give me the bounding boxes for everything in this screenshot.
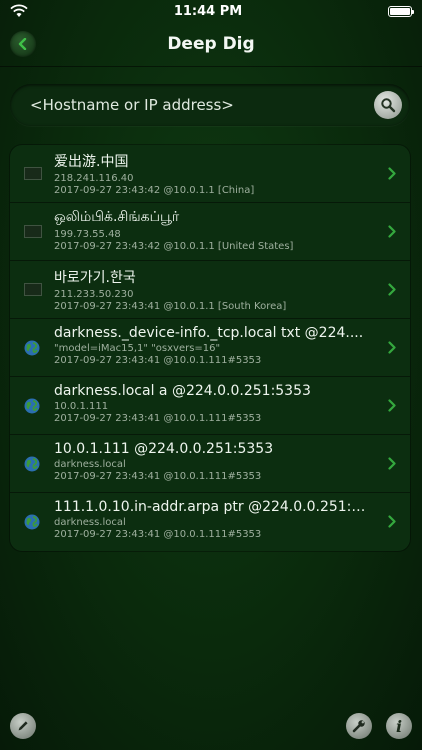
- globe-icon: [24, 514, 40, 530]
- search-input[interactable]: [28, 95, 374, 115]
- info-button[interactable]: i: [386, 713, 412, 739]
- list-item[interactable]: darkness._device-info._tcp.local txt @22…: [10, 319, 410, 377]
- chevron-right-icon: [388, 225, 396, 238]
- chevron-right-icon: [388, 399, 396, 412]
- chevron-right-icon: [388, 283, 396, 296]
- row-meta: 2017-09-27 23:43:42 @10.0.1.1 [China]: [54, 185, 255, 196]
- row-subtitle: "model=iMac15,1" "osxvers=16": [54, 343, 221, 354]
- row-title: 爱出游.中国: [54, 154, 129, 170]
- row-title: darkness.local a @224.0.0.251:5353: [54, 383, 311, 399]
- row-subtitle: 211.233.50.230: [54, 289, 134, 300]
- row-subtitle: darkness.local: [54, 517, 126, 528]
- wifi-icon: [10, 4, 28, 17]
- row-subtitle: 10.0.1.111: [54, 401, 109, 412]
- wrench-icon: [352, 720, 365, 733]
- results-list: 爱出游.中国 218.241.116.40 2017-09-27 23:43:4…: [10, 145, 410, 551]
- row-subtitle: 218.241.116.40: [54, 173, 134, 184]
- status-time: 11:44 PM: [173, 3, 243, 19]
- list-item[interactable]: 바로가기.한국 211.233.50.230 2017-09-27 23:43:…: [10, 261, 410, 319]
- pencil-icon: [18, 721, 28, 731]
- chevron-right-icon: [388, 457, 396, 470]
- page-title: Deep Dig: [167, 34, 255, 54]
- chevron-right-icon: [388, 167, 396, 180]
- row-meta: 2017-09-27 23:43:41 @10.0.1.111#5353: [54, 471, 262, 482]
- row-title: darkness._device-info._tcp.local txt @22…: [54, 325, 364, 341]
- chevron-right-icon: [388, 341, 396, 354]
- row-title: 바로가기.한국: [54, 270, 136, 286]
- navigation-bar: Deep Dig: [0, 22, 422, 67]
- row-meta: 2017-09-27 23:43:42 @10.0.1.1 [United St…: [54, 241, 294, 252]
- flag-china-icon: [24, 167, 42, 180]
- flag-south-korea-icon: [24, 283, 42, 296]
- list-item[interactable]: 111.1.0.10.in-addr.arpa ptr @224.0.0.251…: [10, 493, 410, 551]
- list-item[interactable]: ஒலிம்பிக்.சிங்கப்பூர் 199.73.55.48 2017-…: [10, 203, 410, 261]
- search-button[interactable]: [374, 91, 402, 119]
- row-meta: 2017-09-27 23:43:41 @10.0.1.111#5353: [54, 413, 262, 424]
- row-subtitle: darkness.local: [54, 459, 126, 470]
- row-subtitle: 199.73.55.48: [54, 229, 121, 240]
- list-item[interactable]: 10.0.1.111 @224.0.0.251:5353 darkness.lo…: [10, 435, 410, 493]
- row-title: ஒலிம்பிக்.சிங்கப்பூர்: [54, 209, 180, 225]
- row-meta: 2017-09-27 23:43:41 @10.0.1.111#5353: [54, 529, 262, 540]
- search-bar: [10, 84, 410, 126]
- row-title: 111.1.0.10.in-addr.arpa ptr @224.0.0.251…: [54, 499, 372, 515]
- globe-icon: [24, 398, 40, 414]
- globe-icon: [24, 340, 40, 356]
- globe-icon: [24, 456, 40, 472]
- magnifier-icon: [381, 98, 396, 113]
- chevron-left-icon: [18, 38, 27, 50]
- status-bar: 11:44 PM: [0, 0, 422, 22]
- row-title: 10.0.1.111 @224.0.0.251:5353: [54, 441, 274, 457]
- battery-icon: [388, 5, 414, 17]
- row-meta: 2017-09-27 23:43:41 @10.0.1.1 [South Kor…: [54, 301, 287, 312]
- back-button[interactable]: [10, 31, 36, 57]
- info-icon: i: [395, 716, 403, 736]
- edit-button[interactable]: [10, 713, 36, 739]
- flag-united-states-icon: [24, 225, 42, 238]
- settings-button[interactable]: [346, 713, 372, 739]
- row-meta: 2017-09-27 23:43:41 @10.0.1.111#5353: [54, 355, 262, 366]
- list-item[interactable]: 爱出游.中国 218.241.116.40 2017-09-27 23:43:4…: [10, 145, 410, 203]
- list-item[interactable]: darkness.local a @224.0.0.251:5353 10.0.…: [10, 377, 410, 435]
- chevron-right-icon: [388, 515, 396, 528]
